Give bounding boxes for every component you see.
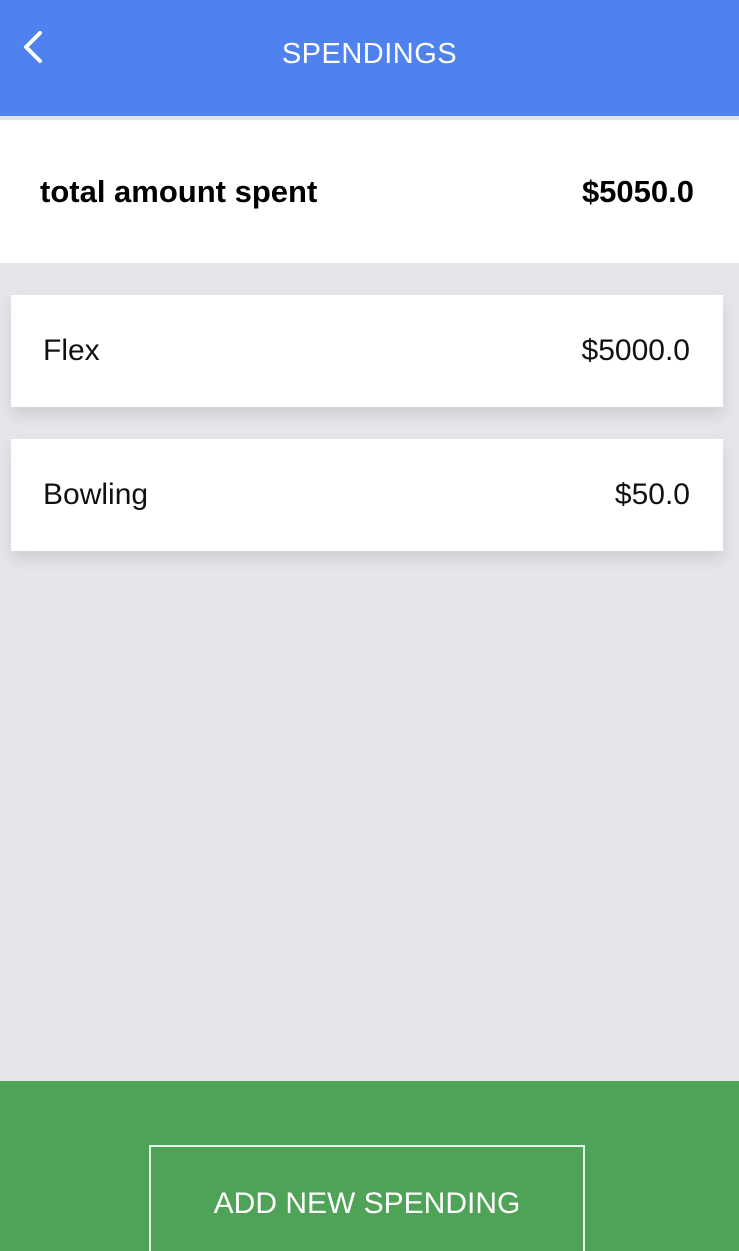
app-header: SPENDINGS [0,0,739,116]
spending-list: Flex $5000.0 Bowling $50.0 [11,295,723,583]
add-new-spending-button[interactable]: ADD NEW SPENDING [149,1145,585,1251]
spending-amount: $50.0 [614,478,690,511]
spending-name: Flex [43,334,100,367]
total-label: total amount spent [40,173,318,209]
spending-item[interactable]: Bowling $50.0 [11,439,723,551]
page-title: SPENDINGS [281,37,458,70]
spending-name: Bowling [43,478,149,511]
spending-amount: $5000.0 [581,334,690,367]
footer-bar: ADD NEW SPENDING [0,1081,739,1251]
spending-item[interactable]: Flex $5000.0 [11,295,723,407]
total-value: $5050.0 [581,173,694,209]
spendings-screen: SPENDINGS total amount spent $5050.0 Fle… [0,0,739,1251]
total-summary: total amount spent $5050.0 [0,120,739,263]
